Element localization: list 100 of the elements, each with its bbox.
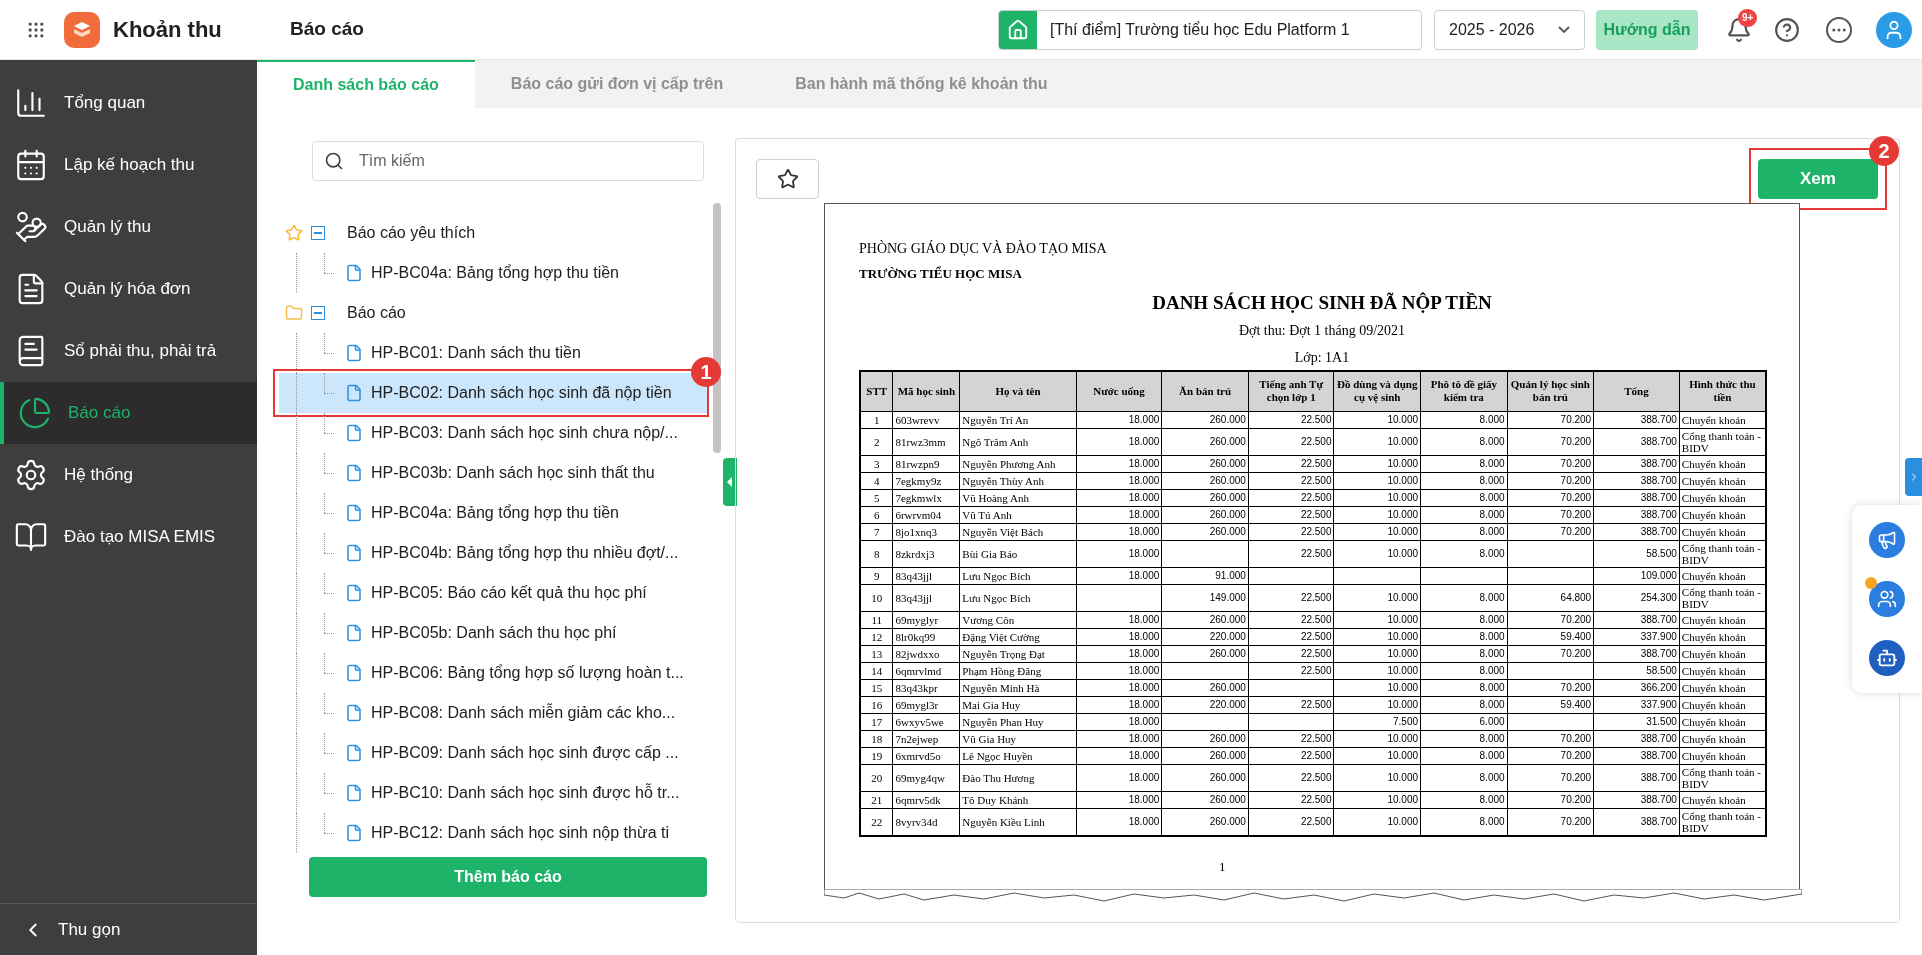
table-cell: 11 — [871, 613, 882, 626]
tree-item[interactable]: HP-BC06: Bảng tổng hợp số lượng hoàn t... — [279, 653, 707, 693]
star-icon — [776, 168, 799, 190]
table-cell: 83q43jjl — [895, 569, 933, 582]
table-cell: 18 — [871, 732, 883, 745]
table-cell: 388.700 — [1640, 793, 1677, 805]
table-cell: 14 — [871, 664, 883, 677]
table-cell: 18.000 — [1128, 715, 1160, 727]
tree-item[interactable]: HP-BC04a: Bảng tổng hợp thu tiền — [279, 253, 707, 293]
favorite-button[interactable] — [756, 159, 819, 199]
table-cell: 7egkmwlx — [895, 491, 942, 504]
table-cell: 22.500 — [1300, 525, 1332, 537]
more-icon[interactable] — [1826, 16, 1852, 43]
collapse-toggle[interactable] — [311, 226, 325, 240]
sidebar-item[interactable]: Lập kế hoạch thu — [0, 134, 257, 196]
table-cell: 6wxyv5we — [895, 715, 944, 728]
report-org: PHÒNG GIÁO DỤC VÀ ĐÀO TẠO MISA — [859, 239, 1108, 258]
chevron-down-icon — [1558, 26, 1570, 33]
tree-item[interactable]: HP-BC09: Danh sách học sinh được cấp ... — [279, 733, 707, 773]
year-select[interactable]: 2025 - 2026 — [1434, 9, 1585, 50]
table-cell: 260.000 — [1209, 815, 1246, 827]
table-cell: 18.000 — [1128, 413, 1160, 425]
table-cell: 10.000 — [1387, 815, 1419, 827]
table-cell: Chuyển khoản — [1681, 613, 1746, 626]
report-school: TRƯỜNG TIỂU HỌC MISA — [859, 265, 1023, 283]
tree-item[interactable]: HP-BC04a: Bảng tổng hợp thu tiền — [279, 493, 707, 533]
sidebar-item[interactable]: Báo cáo — [0, 382, 257, 444]
tree-item[interactable]: HP-BC05: Báo cáo kết quả thu học phí — [279, 573, 707, 613]
table-cell: 260.000 — [1209, 525, 1246, 537]
table-cell: 20 — [871, 771, 883, 784]
tree-item[interactable]: HP-BC03: Danh sách học sinh chưa nộp/... — [279, 413, 707, 453]
column-header: Nước uống — [1076, 371, 1162, 411]
tree-item[interactable]: HP-BC12: Danh sách học sinh nộp thừa ti — [279, 813, 707, 853]
table-cell: Chuyển khoản — [1681, 525, 1746, 538]
tree-item[interactable]: HP-BC03b: Danh sách học sinh thất thu — [279, 453, 707, 493]
table-cell: 10.000 — [1387, 630, 1419, 642]
table-cell: 82jwdxxo — [895, 647, 940, 660]
table-cell: 16 — [871, 698, 883, 711]
table-cell: 6xmrvd5o — [895, 749, 941, 762]
table-cell: 8.000 — [1479, 613, 1505, 625]
table-cell: 59.400 — [1560, 698, 1592, 710]
group-icon[interactable] — [1869, 581, 1905, 617]
table-cell: 10.000 — [1387, 435, 1419, 447]
table-cell: Cổng thanh toán - BIDV — [1681, 429, 1761, 454]
sidebar-item[interactable]: Đào tạo MISA EMIS — [0, 506, 257, 568]
table-cell: 70.200 — [1560, 749, 1592, 761]
scrollbar[interactable] — [713, 203, 721, 453]
column-header: Họ và tên — [959, 371, 1077, 411]
gear-icon — [14, 458, 48, 492]
tree-group-label[interactable]: Báo cáo — [347, 301, 406, 325]
table-cell: 5 — [873, 491, 880, 504]
table-cell: Chuyển khoản — [1681, 413, 1746, 426]
table-cell: 10.000 — [1387, 732, 1419, 744]
table-cell: 2 — [873, 435, 880, 448]
column-header: Phô tô đề giấy kiểm tra — [1420, 371, 1508, 411]
table-cell: Chuyển khoản — [1681, 569, 1746, 582]
robot-icon[interactable] — [1869, 639, 1905, 676]
table-cell: Chuyển khoản — [1681, 491, 1746, 504]
table-cell: 10.000 — [1387, 647, 1419, 659]
table-cell: 6qmrvlmd — [895, 664, 942, 677]
table-cell: 388.700 — [1640, 413, 1677, 425]
table-cell: 603wrevv — [895, 413, 940, 426]
table-cell: 22.500 — [1300, 664, 1332, 676]
sidebar-item[interactable]: Quản lý hóa đơn — [0, 258, 257, 320]
sidebar-item[interactable]: Quản lý thu — [0, 196, 257, 258]
table-cell: 22.500 — [1300, 647, 1332, 659]
avatar-icon[interactable] — [1876, 11, 1912, 48]
table-cell: 21 — [871, 793, 883, 806]
table-cell: 58.500 — [1646, 547, 1677, 559]
table-cell: 18.000 — [1128, 793, 1160, 805]
sidebar-item[interactable]: Sổ phải thu, phải trả — [0, 320, 257, 382]
table-cell: 13 — [871, 647, 883, 660]
table-cell: 10.000 — [1387, 474, 1419, 486]
tree-item[interactable]: HP-BC04b: Bảng tổng hợp thu nhiều đợt/... — [279, 533, 707, 573]
tree-item[interactable]: HP-BC08: Danh sách miễn giảm các kho... — [279, 693, 707, 733]
table-cell: 260.000 — [1209, 491, 1246, 503]
table-cell: 149.000 — [1209, 591, 1246, 603]
table-cell: 3 — [873, 457, 880, 470]
tree-group-label[interactable]: Báo cáo yêu thích — [347, 221, 476, 245]
tree-item[interactable]: HP-BC10: Danh sách học sinh được hỗ tr... — [279, 773, 707, 813]
table-cell: 18.000 — [1128, 613, 1160, 625]
column-header: Tiếng anh Tự chọn lớp 1 — [1248, 371, 1334, 411]
sidebar-item[interactable]: Tổng quan — [0, 72, 257, 134]
table-cell: Chuyển khoản — [1681, 793, 1746, 806]
school-field[interactable]: [Thí điểm] Trường tiểu học Edu Platform 1 — [998, 9, 1422, 50]
table-cell: Chuyển khoản — [1681, 474, 1746, 487]
table-cell: 70.200 — [1560, 732, 1592, 744]
megaphone-icon[interactable] — [1869, 522, 1905, 559]
table-cell: Nguyễn Phương Anh — [962, 457, 1056, 470]
table-cell: 18.000 — [1128, 749, 1160, 761]
document-icon — [345, 703, 363, 723]
table-cell: 388.700 — [1640, 613, 1677, 625]
search-field[interactable]: Tìm kiếm — [312, 141, 704, 181]
collapse-toggle[interactable] — [311, 306, 325, 320]
tree-item[interactable]: HP-BC05b: Danh sách thu học phí — [279, 613, 707, 653]
callout-badge: 2 — [1869, 136, 1899, 166]
table-cell: Lê Ngọc Huyền — [962, 749, 1033, 762]
sidebar-item[interactable]: Hệ thống — [0, 444, 257, 506]
table-cell: 22.500 — [1300, 491, 1332, 503]
help-icon[interactable] — [1774, 16, 1800, 43]
